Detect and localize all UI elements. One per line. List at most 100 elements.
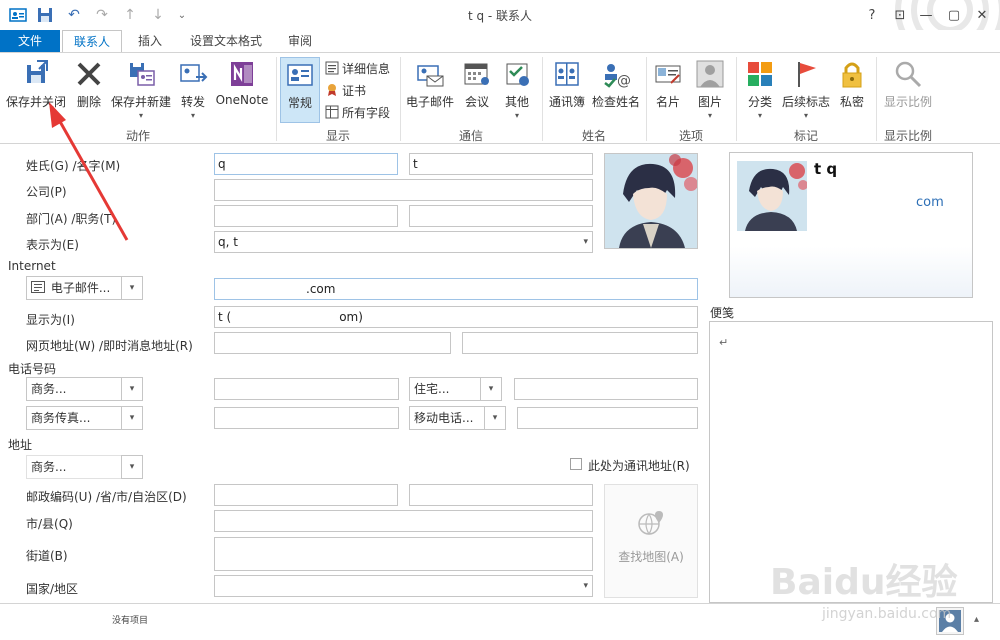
details-button[interactable]: 详细信息 <box>325 59 390 77</box>
email-type-button[interactable]: 电子邮件... <box>26 276 122 300</box>
tab-contact[interactable]: 联系人 <box>62 30 122 52</box>
phone4-input[interactable] <box>517 407 698 429</box>
city-label: 市/县(Q) <box>26 517 73 531</box>
check-names-label: 检查姓名 <box>591 95 640 109</box>
save-close-label: 保存并关闭 <box>5 95 66 109</box>
title-bar: ↶ ↷ ↑ ↓ ⌄ t q - 联系人 ? ⊡ — ▢ ✕ <box>0 0 1000 60</box>
save-close-button[interactable]: 保存并关闭 <box>4 57 68 129</box>
group-label-zoom: 显示比例 <box>883 129 932 143</box>
more-communicate-dropdown-icon[interactable]: ▾ <box>515 111 519 120</box>
more-communicate-button[interactable]: 其他 ▾ <box>500 57 534 129</box>
business-card-preview[interactable]: t q com <box>729 152 973 298</box>
business-card-button[interactable]: 名片 <box>650 57 686 129</box>
chevron-down-icon: ▾ <box>583 237 588 247</box>
country-select[interactable]: ▾ <box>214 575 593 597</box>
follow-up-dropdown-icon[interactable]: ▾ <box>804 111 808 120</box>
address-type-button[interactable]: 商务... <box>26 455 122 479</box>
email-button[interactable]: 电子邮件 <box>404 57 456 129</box>
contact-photo[interactable] <box>604 153 698 249</box>
phone3-input[interactable] <box>214 407 399 429</box>
find-map-label: 查找地图(A) <box>618 550 684 564</box>
picture-dropdown-icon[interactable]: ▾ <box>708 111 712 120</box>
general-view-button[interactable]: 常规 <box>280 57 320 123</box>
tab-file[interactable]: 文件 <box>0 30 60 52</box>
private-button[interactable]: 私密 <box>836 57 868 129</box>
address-type-dropdown[interactable]: ▾ <box>121 455 143 479</box>
phone4-type-dropdown[interactable]: ▾ <box>484 406 506 430</box>
picture-label: 图片 <box>697 95 722 109</box>
display-as-input[interactable]: t (om) <box>214 306 698 328</box>
job-title-input[interactable] <box>409 205 593 227</box>
onenote-button[interactable]: OneNote <box>212 57 272 129</box>
department-label: 部门(A) /职务(T) <box>26 212 117 226</box>
categorize-dropdown-icon[interactable]: ▾ <box>758 111 762 120</box>
save-new-dropdown-icon[interactable]: ▾ <box>139 111 143 120</box>
paragraph-mark-icon: ↵ <box>719 336 729 349</box>
onenote-label: OneNote <box>215 93 269 107</box>
first-name-input[interactable]: t <box>409 153 593 175</box>
forward-dropdown-icon[interactable]: ▾ <box>191 111 195 120</box>
im-address-input[interactable] <box>462 332 698 354</box>
web-address-input[interactable] <box>214 332 451 354</box>
tab-insert[interactable]: 插入 <box>130 30 170 52</box>
categorize-button[interactable]: 分类 ▾ <box>742 57 778 129</box>
picture-button[interactable]: 图片 ▾ <box>690 57 730 129</box>
ribbon: 保存并关闭 删除 保存并新建 ▾ 转发 ▾ OneNote 动作 常规 详细信息… <box>0 52 1000 144</box>
phone3-type-dropdown[interactable]: ▾ <box>121 406 143 430</box>
phone2-type-dropdown[interactable]: ▾ <box>480 377 502 401</box>
department-input[interactable] <box>214 205 398 227</box>
phone1-type-dropdown[interactable]: ▾ <box>121 377 143 401</box>
meeting-icon <box>462 59 492 89</box>
help-button[interactable]: ? <box>860 4 884 26</box>
details-label: 详细信息 <box>342 61 391 76</box>
all-fields-icon <box>325 105 339 119</box>
mailing-address-checkbox[interactable] <box>570 458 582 470</box>
delete-label: 删除 <box>76 95 101 109</box>
forward-button[interactable]: 转发 ▾ <box>176 57 210 129</box>
phone2-input[interactable] <box>514 378 698 400</box>
last-name-input[interactable]: q <box>214 153 398 175</box>
address-book-button[interactable]: 通讯簿 <box>546 57 588 129</box>
ribbon-display-button[interactable]: ⊡ <box>888 4 912 26</box>
file-as-select[interactable]: q, t ▾ <box>214 231 593 253</box>
street-input[interactable] <box>214 537 593 571</box>
ribbon-separator <box>876 57 877 141</box>
postal-code-input[interactable] <box>214 484 398 506</box>
name-label: 姓氏(G) /名字(M) <box>26 159 121 173</box>
tab-review[interactable]: 审阅 <box>282 30 318 52</box>
status-text: 没有项目 <box>112 616 149 626</box>
state-input[interactable] <box>409 484 593 506</box>
check-names-button[interactable]: @ 检查姓名 <box>590 57 642 129</box>
phone2-type-button[interactable]: 住宅... <box>409 377 481 401</box>
card-photo <box>737 161 807 231</box>
meeting-button[interactable]: 会议 <box>460 57 494 129</box>
phone1-input[interactable] <box>214 378 399 400</box>
check-names-icon: @ <box>601 59 631 89</box>
save-new-button[interactable]: 保存并新建 ▾ <box>110 57 172 129</box>
email-type-label: 电子邮件... <box>50 281 111 295</box>
zoom-label: 显示比例 <box>883 95 932 109</box>
city-input[interactable] <box>214 510 593 532</box>
web-im-label: 网页地址(W) /即时消息地址(R) <box>26 339 193 353</box>
zoom-button[interactable]: 显示比例 <box>880 57 936 129</box>
close-button[interactable]: ✕ <box>970 4 994 26</box>
minimize-button[interactable]: — <box>914 4 938 26</box>
chevron-up-icon[interactable]: ▴ <box>974 614 979 625</box>
delete-button[interactable]: 删除 <box>72 57 106 129</box>
certificates-button[interactable]: 证书 <box>325 81 366 99</box>
company-input[interactable] <box>214 179 593 201</box>
email-type-dropdown[interactable]: ▾ <box>121 276 143 300</box>
restore-button[interactable]: ▢ <box>942 4 966 26</box>
company-label: 公司(P) <box>26 185 67 199</box>
street-label: 街道(B) <box>26 549 68 563</box>
flag-icon <box>791 59 821 89</box>
find-map-button[interactable]: 查找地图(A) <box>604 484 698 598</box>
all-fields-button[interactable]: 所有字段 <box>325 103 390 121</box>
email-input[interactable]: .com <box>214 278 698 300</box>
follow-up-button[interactable]: 后续标志 ▾ <box>780 57 832 129</box>
phone3-type-button[interactable]: 商务传真... <box>26 406 122 430</box>
ribbon-tabs: 文件 联系人 插入 设置文本格式 审阅 <box>0 30 1000 52</box>
phone1-type-button[interactable]: 商务... <box>26 377 122 401</box>
phone4-type-button[interactable]: 移动电话... <box>409 406 485 430</box>
tab-format-text[interactable]: 设置文本格式 <box>184 30 268 52</box>
